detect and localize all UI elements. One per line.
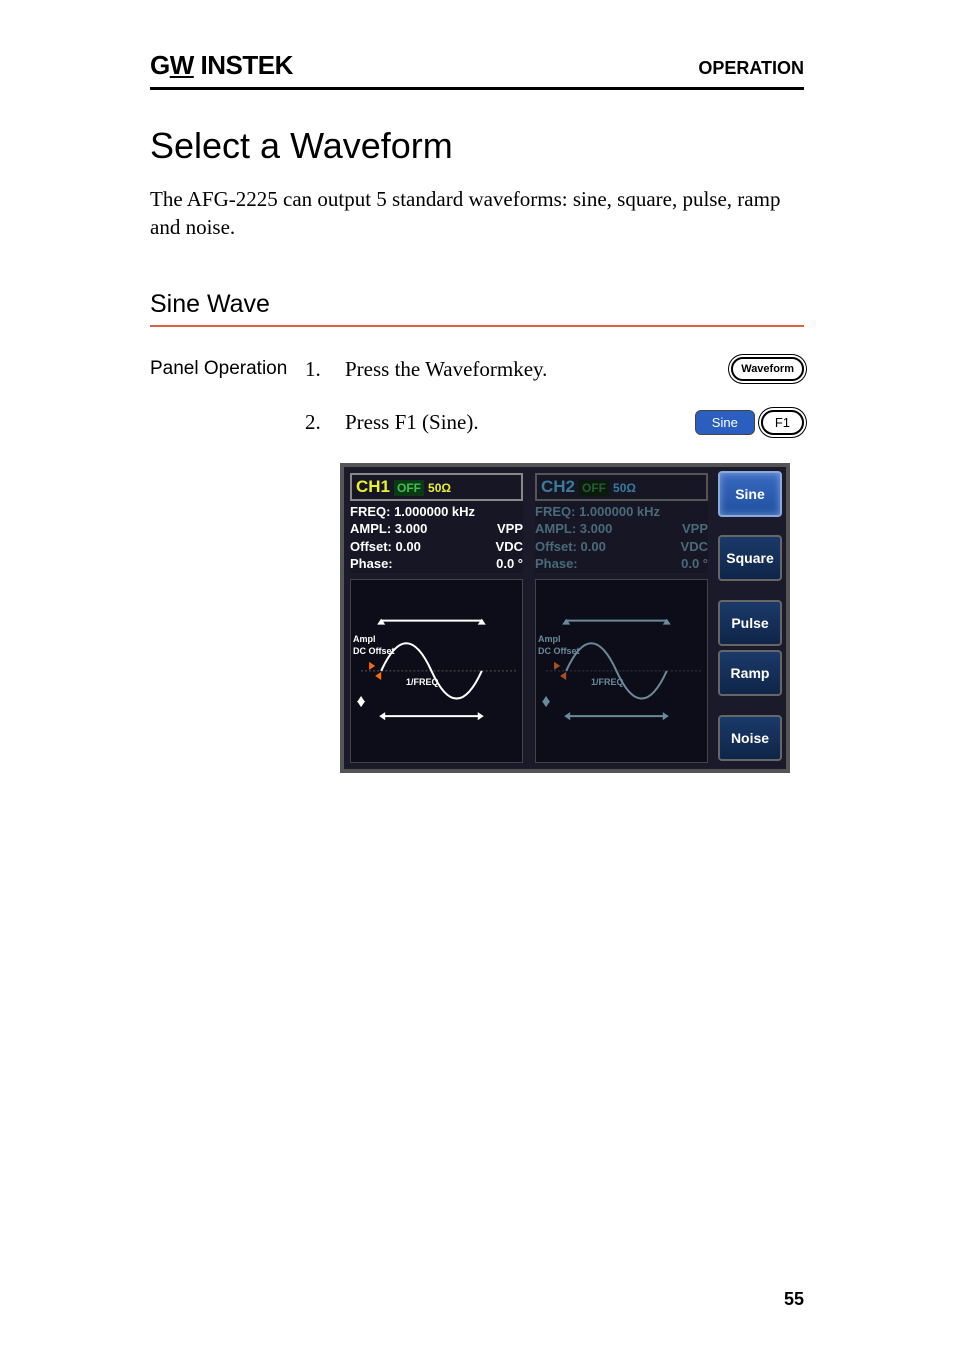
ch2-phase: 0.0 ° bbox=[681, 555, 708, 573]
step-1: Panel Operation 1. Press the Waveformkey… bbox=[150, 357, 804, 382]
softkey-noise[interactable]: Noise bbox=[718, 715, 782, 761]
ch1-state: OFF bbox=[394, 480, 424, 496]
device-screenshot: CH1 OFF 50Ω FREQ: 1.000000 kHz AMPL: 3.0… bbox=[340, 463, 790, 773]
softkey-square[interactable]: Square bbox=[718, 535, 782, 581]
ch1-freq-label: FREQ: bbox=[350, 504, 390, 519]
intro-paragraph: The AFG-2225 can output 5 standard wavef… bbox=[150, 185, 804, 242]
ch1-name: CH1 bbox=[356, 477, 390, 497]
softkey-sine[interactable]: Sine bbox=[695, 410, 755, 435]
ch2-ampl: 3.000 bbox=[580, 521, 613, 536]
ch2-freq: 1.000000 kHz bbox=[579, 504, 660, 519]
ch2-off-unit: VDC bbox=[681, 538, 708, 556]
step-number: 2. bbox=[305, 410, 335, 435]
ch1-ampl-unit: VPP bbox=[497, 520, 523, 538]
ch2-ampl-label: AMPL: bbox=[535, 521, 576, 536]
ch2-state: OFF bbox=[579, 480, 609, 496]
ch2-header: CH2 OFF 50Ω bbox=[535, 473, 708, 501]
f1-key[interactable]: F1 bbox=[761, 410, 804, 435]
step-number: 1. bbox=[305, 357, 335, 382]
softkey-ramp[interactable]: Ramp bbox=[718, 650, 782, 696]
ch1-phase: 0.0 ° bbox=[496, 555, 523, 573]
waveform-hard-key[interactable]: Waveform bbox=[731, 357, 804, 381]
ch1-impedance: 50Ω bbox=[428, 481, 451, 495]
page-number: 55 bbox=[784, 1289, 804, 1310]
panel-op-label: Panel Operation bbox=[150, 358, 305, 380]
ch2-wave-diagram: Ampl DC Offset 1/FREQ bbox=[535, 579, 708, 763]
ch1-phase-label: Phase: bbox=[350, 556, 393, 571]
brand-logo: GW INSTEK bbox=[150, 50, 293, 81]
ch2-phase-label: Phase: bbox=[535, 556, 578, 571]
ch2-impedance: 50Ω bbox=[613, 481, 636, 495]
ch1-freq: 1.000000 kHz bbox=[394, 504, 475, 519]
ch2-off-label: Offset: bbox=[535, 539, 577, 554]
ch2-panel: CH2 OFF 50Ω FREQ: 1.000000 kHz AMPL: 3.0… bbox=[529, 467, 714, 769]
ch1-header: CH1 OFF 50Ω bbox=[350, 473, 523, 501]
step-2: 2. Press F1 (Sine). Sine F1 bbox=[150, 410, 804, 435]
ampl-label: Ampl bbox=[538, 634, 561, 644]
ch1-panel: CH1 OFF 50Ω FREQ: 1.000000 kHz AMPL: 3.0… bbox=[344, 467, 529, 769]
ch2-off: 0.00 bbox=[581, 539, 606, 554]
ch1-ampl-label: AMPL: bbox=[350, 521, 391, 536]
ch1-off: 0.00 bbox=[396, 539, 421, 554]
ch2-ampl-unit: VPP bbox=[682, 520, 708, 538]
ch1-off-unit: VDC bbox=[496, 538, 523, 556]
dcoffset-label: DC Offset bbox=[353, 646, 395, 656]
softkey-sine[interactable]: Sine bbox=[718, 471, 782, 517]
page-title: Select a Waveform bbox=[150, 125, 804, 167]
ch1-ampl: 3.000 bbox=[395, 521, 428, 536]
ch2-name: CH2 bbox=[541, 477, 575, 497]
softkey-menu: Sine Square Pulse Ramp Noise bbox=[714, 467, 786, 769]
ch1-off-label: Offset: bbox=[350, 539, 392, 554]
page-header: GW INSTEK OPERATION bbox=[150, 50, 804, 90]
freq-label: 1/FREQ bbox=[406, 677, 439, 687]
step-text: Press the Waveformkey. bbox=[345, 357, 721, 382]
softkey-pulse[interactable]: Pulse bbox=[718, 600, 782, 646]
ch1-wave-diagram: Ampl DC Offset 1/FREQ bbox=[350, 579, 523, 763]
step-text: Press F1 (Sine). bbox=[345, 410, 685, 435]
ch2-freq-label: FREQ: bbox=[535, 504, 575, 519]
ampl-label: Ampl bbox=[353, 634, 376, 644]
dcoffset-label: DC Offset bbox=[538, 646, 580, 656]
freq-label: 1/FREQ bbox=[591, 677, 624, 687]
section-label: OPERATION bbox=[698, 58, 804, 79]
subsection-title: Sine Wave bbox=[150, 290, 804, 327]
